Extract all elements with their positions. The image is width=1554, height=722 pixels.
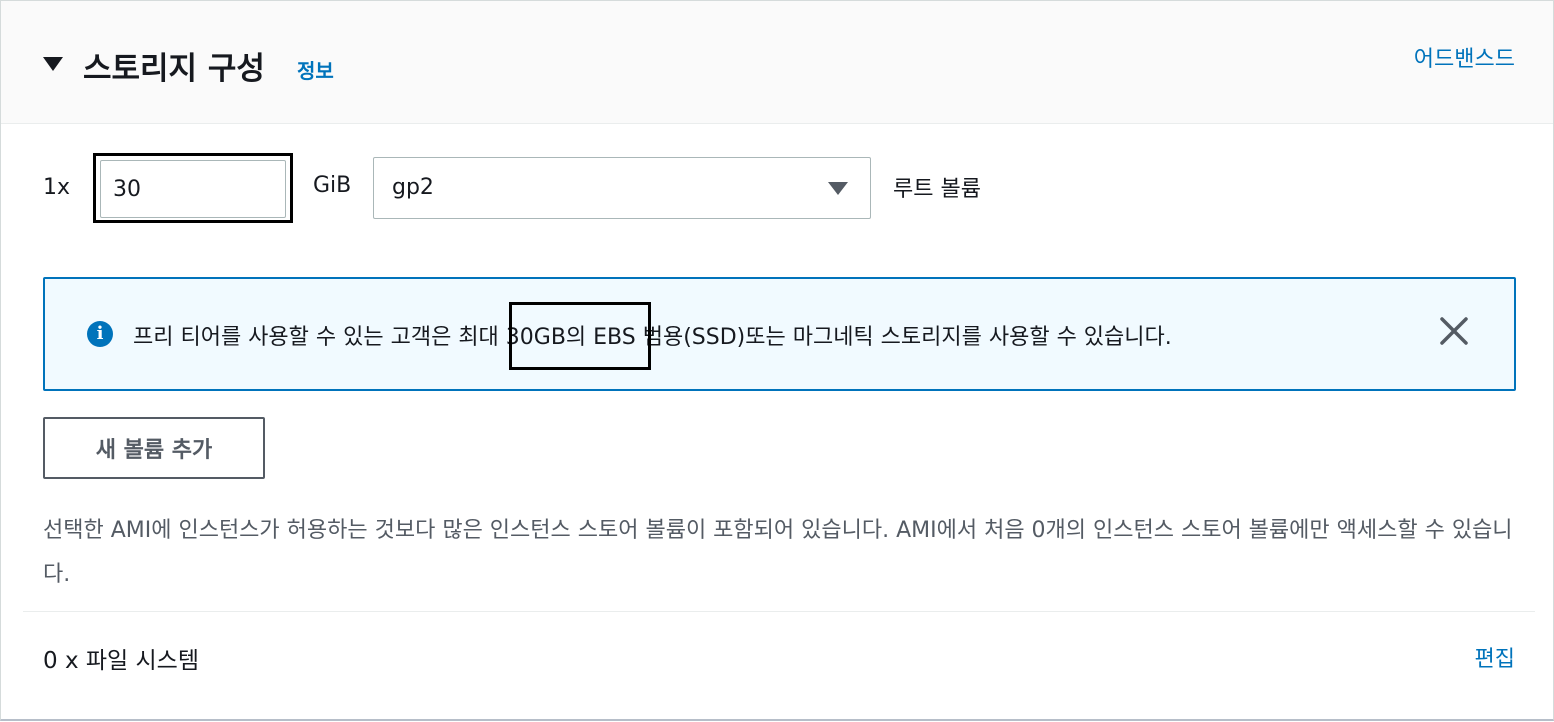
alert-message: 프리 티어를 사용할 수 있는 고객은 최대 30GB의 EBS 범용(SSD)… — [133, 325, 1172, 350]
volume-type-select[interactable]: gp2 — [373, 157, 871, 219]
panel-header: 스토리지 구성 정보 어드밴스드 — [1, 1, 1553, 124]
close-icon[interactable] — [1438, 315, 1470, 347]
volume-size-input[interactable] — [100, 160, 286, 218]
info-icon: i — [87, 321, 113, 347]
collapse-caret-icon[interactable] — [43, 57, 63, 71]
divider — [23, 611, 1535, 612]
info-link[interactable]: 정보 — [297, 55, 334, 84]
volume-type-value: gp2 — [392, 175, 434, 200]
volume-size-focus-box — [93, 153, 293, 223]
caret-down-icon — [828, 182, 848, 195]
volume-role-label: 루트 볼륨 — [893, 177, 981, 202]
edit-file-systems-link[interactable]: 편집 — [1475, 641, 1515, 673]
advanced-link[interactable]: 어드밴스드 — [1414, 41, 1515, 73]
volume-unit-label: GiB — [313, 173, 352, 198]
add-volume-button[interactable]: 새 볼륨 추가 — [43, 417, 265, 479]
section-title: 스토리지 구성 — [83, 51, 265, 87]
instance-store-description: 선택한 AMI에 인스턴스가 허용하는 것보다 많은 인스턴스 스토어 볼륨이 … — [43, 518, 1513, 587]
storage-config-panel: 스토리지 구성 정보 어드밴스드 1x GiB gp2 루트 볼륨 i 프리 티… — [0, 0, 1554, 721]
file-systems-label: 0 x 파일 시스템 — [43, 648, 199, 674]
free-tier-alert: i 프리 티어를 사용할 수 있는 고객은 최대 30GB의 EBS 범용(SS… — [43, 277, 1516, 391]
volume-count-label: 1x — [43, 175, 71, 200]
